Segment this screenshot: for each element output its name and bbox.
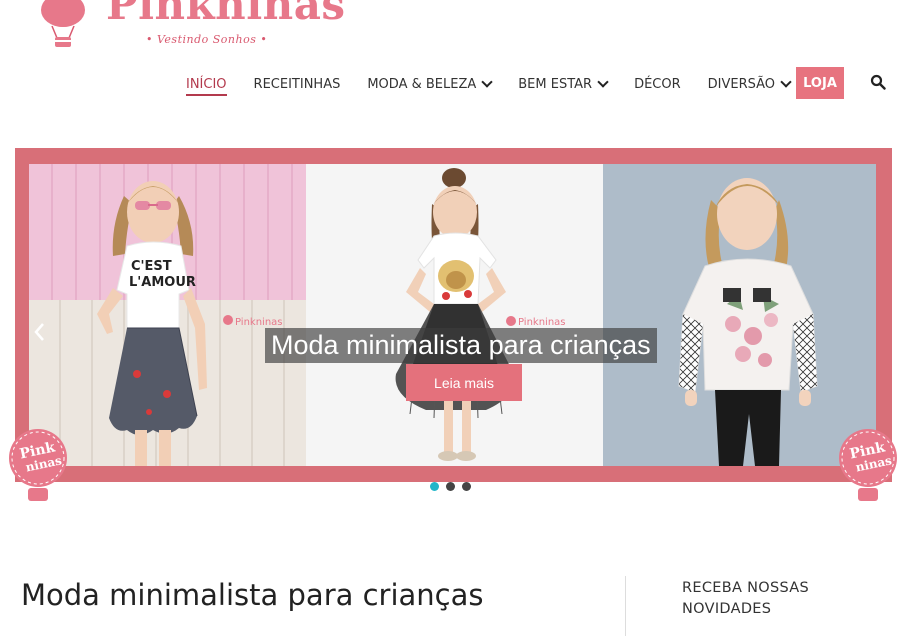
slide-image[interactable]: C'EST L'AMOUR Pinkninas Pinkninas Moda m… (29, 164, 876, 466)
shirt-text-line-2: L'AMOUR (129, 275, 196, 290)
nav-item-decor[interactable]: DÉCOR (634, 68, 681, 100)
nav-item-diversao[interactable]: DIVERSÃO (707, 68, 792, 100)
pinkninas-balloon-badge: Pink ninas (9, 429, 67, 501)
site-logo[interactable]: Pinkninas • Vestindo Sonhos • (20, 0, 345, 52)
slide-panel-girl-1: C'EST L'AMOUR Pinkninas (29, 164, 306, 466)
newsletter-heading: RECEBA NOSSAS NOVIDADES (682, 580, 809, 617)
nav-item-receitinhas[interactable]: RECEITINHAS (254, 68, 341, 100)
sidebar-divider (625, 576, 626, 636)
slider-dot-3[interactable] (462, 482, 471, 491)
hot-air-balloon-icon (41, 0, 85, 47)
nav-label: DÉCOR (634, 76, 681, 92)
nav-label: DIVERSÃO (707, 76, 776, 92)
slider-dot-1[interactable] (430, 482, 439, 491)
pinkninas-balloon-badge: Pink ninas (839, 429, 897, 501)
nav-item-bem-estar[interactable]: BEM ESTAR (518, 68, 609, 100)
hero-slider: C'EST L'AMOUR Pinkninas Pinkninas Moda m… (9, 148, 897, 501)
chevron-down-icon (481, 76, 493, 88)
slide-panel-girl-2: Pinkninas (306, 164, 603, 466)
slide-panel-girl-3 (603, 164, 876, 466)
read-more-button[interactable]: Leia mais (406, 364, 522, 401)
chevron-down-icon (780, 76, 792, 88)
slider-pagination (430, 482, 478, 491)
search-icon[interactable] (870, 74, 886, 90)
girl-illustration (678, 178, 818, 466)
watermark-text: Pinkninas (518, 317, 566, 328)
shirt-text-line-1: C'EST (131, 259, 172, 274)
nav-label: BEM ESTAR (518, 76, 593, 92)
chevron-down-icon (597, 76, 609, 88)
nav-label: RECEITINHAS (253, 76, 341, 92)
chevron-left-icon[interactable] (33, 322, 45, 342)
nav-item-inicio[interactable]: INÍCIO (186, 68, 227, 100)
logo-tagline: • Vestindo Sonhos • (146, 33, 268, 46)
watermark-text: Pinkninas (235, 317, 283, 328)
slider-dot-2[interactable] (446, 482, 455, 491)
slide-caption: Moda minimalista para crianças (265, 328, 657, 363)
main-nav: INÍCIO RECEITINHAS MODA & BELEZA BEM EST… (186, 68, 817, 100)
nav-label: INÍCIO (186, 76, 227, 92)
girl-illustration: Pinkninas (395, 168, 566, 461)
article-title[interactable]: Moda minimalista para crianças (21, 578, 484, 612)
logo-wordmark: Pinkninas (106, 0, 346, 29)
girl-illustration: C'EST L'AMOUR Pinkninas (97, 181, 283, 466)
shop-button[interactable]: LOJA (796, 67, 844, 99)
nav-label: MODA & BELEZA (367, 76, 477, 92)
nav-item-moda-beleza[interactable]: MODA & BELEZA (367, 68, 493, 100)
